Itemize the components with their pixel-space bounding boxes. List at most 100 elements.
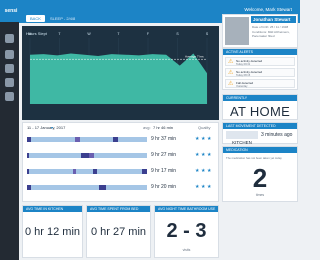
- medication-count: 2: [252, 163, 268, 193]
- sleep-segment: [94, 153, 147, 158]
- movement-location: KITCHEN: [232, 140, 252, 145]
- currently-panel: CURRENTLY AT HOME: [222, 94, 298, 120]
- stat-bed: AVG TIME SPENT FROM BED 0 hr 27 min: [86, 205, 151, 258]
- quality-star-icon: ★: [195, 136, 200, 142]
- bell-icon[interactable]: [5, 92, 14, 101]
- avg-value: 7 hr 46 min: [153, 125, 174, 130]
- stat-kitchen-value: 0 hr 12 min: [24, 226, 81, 238]
- alerts-head: ACTIVE ALERTS: [223, 49, 297, 55]
- avatar: [225, 17, 249, 45]
- welcome-text: Welcome, Mark Stewart: [244, 7, 292, 12]
- profile-name-bar: Jonathan Stewart: [251, 16, 296, 23]
- quality-star-icon: ★: [195, 168, 200, 174]
- movement-title: LAST MOVEMENT DETECTED: [226, 124, 276, 128]
- stat-bathroom-value: 2 - 3: [166, 220, 207, 242]
- sleep-segment: [29, 153, 81, 158]
- medication-unit: times: [255, 193, 265, 197]
- breadcrumb: SLEEP - 2/4/8: [50, 16, 76, 21]
- profile-dob: Date of birth: 25 / 11 / 1938: [252, 25, 289, 29]
- sleep-segment: [79, 137, 114, 142]
- quality-star-icon: ★: [195, 184, 200, 190]
- x-tick-label: T: [58, 32, 61, 36]
- quality-star-icon: ★: [201, 136, 206, 142]
- sleep-segment: [142, 169, 147, 174]
- stat-bed-value: 0 hr 27 min: [90, 226, 147, 238]
- sleep-segment: [76, 169, 93, 174]
- sleep-segment: [99, 185, 107, 190]
- home-icon[interactable]: [5, 34, 14, 43]
- profile-card: Jonathan Stewart Date of birth: 25 / 11 …: [222, 14, 298, 48]
- alert-item[interactable]: ⚠ No activity detected Today 08:15: [225, 68, 295, 77]
- warning-icon: ⚠: [228, 81, 234, 87]
- sleep-segment: [96, 169, 143, 174]
- medication-title: MEDICATION: [226, 148, 248, 152]
- sleep-chart-svg: Hours Slept Average 7 hrs MTWTFSS: [26, 31, 209, 104]
- sleep-duration: 9 hr 17 min: [151, 168, 177, 174]
- sleep-timeline: [27, 153, 147, 158]
- stat-bathroom-head: AVG NIGHT TIME BATHROOM USE: [155, 206, 218, 212]
- quality-star-icon: ★: [207, 152, 212, 158]
- alert-time: Today 09:31: [236, 63, 251, 66]
- movement-location-box: KITCHEN: [226, 131, 258, 145]
- sleep-segment: [29, 169, 73, 174]
- quality-star-icon: ★: [207, 184, 212, 190]
- sleep-duration: 9 hr 37 min: [151, 136, 177, 142]
- alerts-title: ACTIVE ALERTS: [226, 50, 253, 54]
- sleep-detail-panel: 11 - 17 January, 2017 ▾ avg: 7 hr 46 min…: [22, 122, 219, 202]
- quality-star-icon: ★: [201, 152, 206, 158]
- sleep-segment: [106, 185, 147, 190]
- x-tick-label: S: [206, 32, 209, 36]
- sidebar: [0, 0, 19, 260]
- warning-icon: ⚠: [228, 59, 234, 65]
- medication-head: MEDICATION: [223, 147, 297, 153]
- currently-head: CURRENTLY: [223, 95, 297, 101]
- medication-note: The medication has not been taken yet to…: [226, 156, 282, 160]
- stat-bathroom: AVG NIGHT TIME BATHROOM USE 2 - 3 visits: [154, 205, 219, 258]
- quality-star-icon: ★: [195, 152, 200, 158]
- app-logo: sensi: [4, 8, 18, 14]
- back-button[interactable]: BACK: [26, 15, 45, 22]
- profile-name: Jonathan Stewart: [253, 17, 291, 22]
- movement-ago: 3 minutes ago: [261, 132, 293, 138]
- x-tick-label: T: [117, 32, 120, 36]
- sleep-segment: [81, 153, 90, 158]
- last-movement-panel: LAST MOVEMENT DETECTED KITCHEN 3 minutes…: [222, 122, 298, 145]
- stat-bed-head: AVG TIME SPENT FROM BED: [87, 206, 150, 212]
- currently-title: CURRENTLY: [226, 96, 248, 100]
- sleep-chart: Hours Slept Average 7 hrs MTWTFSS: [22, 26, 219, 120]
- x-tick-label: F: [147, 32, 149, 36]
- walk-icon[interactable]: [5, 64, 14, 73]
- sleep-timeline: [27, 137, 147, 142]
- calendar-icon[interactable]: ▾: [51, 125, 53, 130]
- sleep-segment: [118, 137, 147, 142]
- moon-icon[interactable]: [5, 50, 14, 59]
- stat-bathroom-title: AVG NIGHT TIME BATHROOM USE: [158, 207, 216, 211]
- alert-item[interactable]: ⚠ Fall detected Yesterday: [225, 79, 295, 88]
- sleep-segment: [30, 137, 75, 142]
- quality-star-icon: ★: [201, 184, 206, 190]
- alert-item[interactable]: ⚠ No activity detected Today 09:31: [225, 57, 295, 66]
- alert-time: Yesterday: [236, 85, 248, 88]
- stat-bathroom-unit: visits: [182, 248, 191, 252]
- sleep-duration: 9 hr 27 min: [151, 152, 177, 158]
- average-label: Average 7 hrs: [185, 55, 204, 59]
- x-tick-label: S: [176, 32, 179, 36]
- stat-bed-title: AVG TIME SPENT FROM BED: [90, 207, 139, 211]
- avg-label: avg:: [143, 125, 151, 130]
- date-range: 11 - 17 January, 2017: [27, 125, 66, 130]
- currently-value: AT HOME: [229, 104, 291, 119]
- movement-head: LAST MOVEMENT DETECTED: [223, 123, 297, 129]
- sleep-segment: [30, 185, 99, 190]
- x-tick-label: M: [29, 32, 32, 36]
- sleep-area: [30, 53, 207, 104]
- sleep-duration: 9 hr 20 min: [151, 184, 177, 190]
- quality-star-icon: ★: [207, 136, 212, 142]
- stat-kitchen: AVG TIME IN KITCHEN 0 hr 12 min: [22, 205, 83, 258]
- warning-icon: ⚠: [228, 70, 234, 76]
- pill-icon[interactable]: [5, 78, 14, 87]
- alerts-panel: ACTIVE ALERTS ⚠ No activity detected Today…: [222, 48, 298, 90]
- quality-star-icon: ★: [207, 168, 212, 174]
- quality-star-icon: ★: [201, 168, 206, 174]
- profile-conditions-2: Pacemaker fitted: [252, 34, 275, 38]
- sleep-timeline: [27, 185, 147, 190]
